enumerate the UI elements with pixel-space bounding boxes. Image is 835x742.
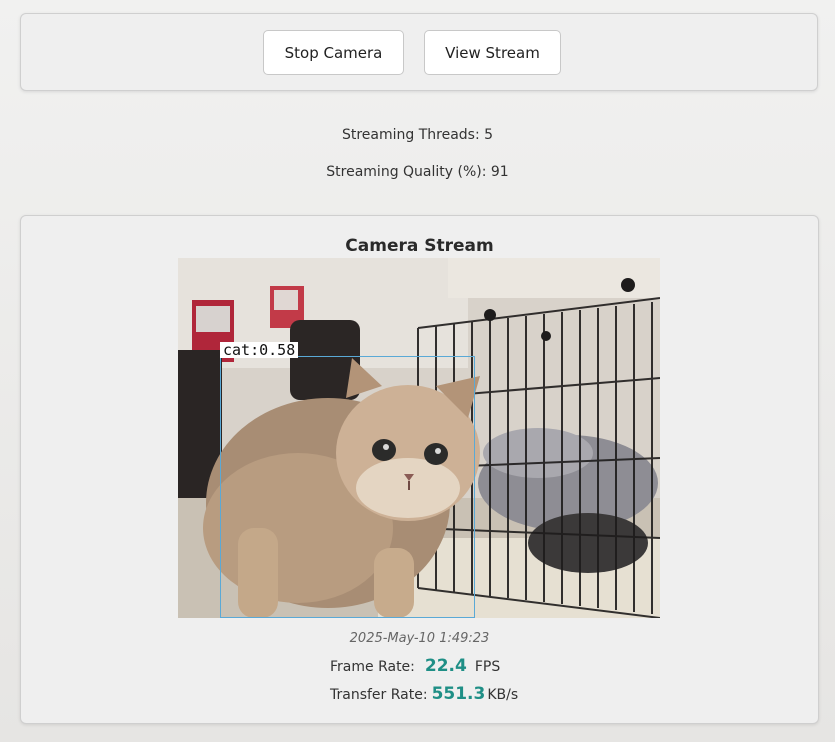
- frame-rate-unit: FPS: [474, 659, 501, 675]
- streaming-threads-text: Streaming Threads: 5: [341, 127, 494, 143]
- camera-stream-panel: Camera Stream cat:0.58 2025-May-10 1:49:…: [20, 215, 819, 724]
- camera-controls-panel: Stop Camera View Stream: [20, 13, 818, 91]
- stream-timestamp: 2025-May-10 1:49:23: [349, 631, 490, 646]
- transfer-rate-label: Transfer Rate:: [330, 687, 428, 703]
- frame-rate-label: Frame Rate:: [330, 659, 415, 675]
- transfer-rate-unit: KB/s: [487, 687, 519, 703]
- camera-frame: cat:0.58: [178, 258, 660, 618]
- streaming-quality-text: Streaming Quality (%): 91: [326, 164, 509, 180]
- frame-rate-row: Frame Rate: 22.4 FPS: [330, 656, 500, 676]
- stop-camera-button[interactable]: Stop Camera: [263, 30, 404, 75]
- transfer-rate-row: Transfer Rate: 551.3 KB/s: [330, 684, 518, 704]
- frame-rate-value: 22.4: [424, 656, 467, 676]
- view-stream-button[interactable]: View Stream: [424, 30, 561, 75]
- detection-label: cat:0.58: [220, 342, 299, 358]
- stream-title: Camera Stream: [345, 236, 494, 256]
- detection-box: [220, 356, 475, 618]
- transfer-rate-value: 551.3: [431, 684, 486, 704]
